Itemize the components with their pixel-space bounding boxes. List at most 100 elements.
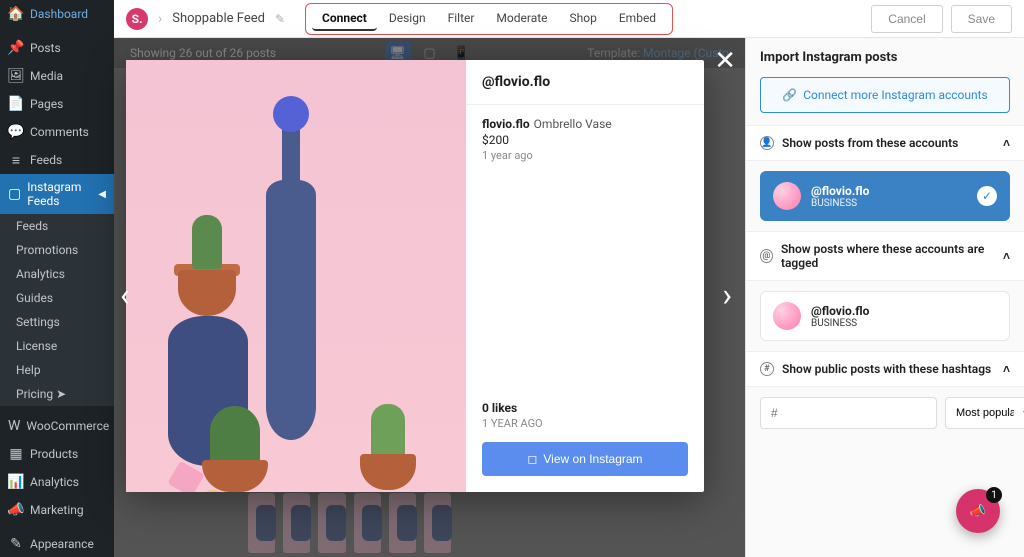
- prev-post-button[interactable]: ‹: [120, 276, 130, 314]
- link-icon: 🔗: [782, 88, 797, 102]
- wp-admin-sidebar: 🏠 Dashboard 📌 Posts 🖼 Media 📄 Pages 💬Comment…: [0, 0, 114, 557]
- sidebar-label: Products: [30, 447, 78, 461]
- section-tagged-accounts[interactable]: @Show posts where these accounts are tag…: [746, 231, 1024, 281]
- sidebar-sub-guides[interactable]: Guides: [0, 286, 114, 310]
- account-type: BUSINESS: [811, 318, 869, 329]
- sidebar-item-marketing[interactable]: 📣 Marketing: [0, 496, 114, 524]
- sidebar-item-appearance[interactable]: ✎Appearance: [0, 530, 114, 557]
- sidebar-label: Appearance: [30, 537, 94, 551]
- section-show-accounts[interactable]: 👤Show posts from these accounts˄: [746, 125, 1024, 161]
- sidebar-sub-feeds[interactable]: Feeds: [0, 214, 114, 238]
- sidebar-sub-pricing[interactable]: Pricing ➤: [0, 382, 114, 406]
- analytics-icon: 📊: [8, 474, 24, 490]
- sidebar-sub-help[interactable]: Help: [0, 358, 114, 382]
- sidebar-label: Instagram Feeds: [27, 180, 92, 208]
- avatar: [773, 302, 801, 330]
- sidebar-sub-analytics[interactable]: Analytics: [0, 262, 114, 286]
- post-likes: 0 likes: [482, 401, 688, 415]
- brand-logo[interactable]: S.: [126, 8, 148, 30]
- feed-name: Shoppable Feed: [172, 11, 265, 26]
- chevron-right-icon: ›: [158, 11, 162, 27]
- view-on-instagram-button[interactable]: ◻View on Instagram: [482, 442, 688, 476]
- hashtag-input[interactable]: [760, 397, 937, 429]
- chevron-left-icon: ◀: [98, 189, 106, 200]
- tab-filter[interactable]: Filter: [438, 7, 485, 31]
- sidebar-sub-license[interactable]: License: [0, 334, 114, 358]
- import-panel: Import Instagram posts 🔗Connect more Ins…: [745, 38, 1024, 557]
- post-handle: @flovio.flo: [466, 60, 704, 105]
- tab-shop[interactable]: Shop: [560, 7, 607, 31]
- woo-icon: W: [8, 418, 20, 434]
- account-handle: @flovio.flo: [811, 184, 869, 198]
- account-type: BUSINESS: [811, 198, 869, 209]
- sidebar-label: Analytics: [30, 475, 79, 489]
- sidebar-label: Marketing: [30, 503, 84, 517]
- sidebar-label: Feeds: [30, 153, 62, 167]
- chevron-up-icon: ˄: [1003, 362, 1010, 376]
- sidebar-item-pages[interactable]: 📄 Pages: [0, 90, 114, 118]
- post-username: flovio.flo: [482, 117, 530, 131]
- chevron-up-icon: ˄: [1003, 249, 1010, 263]
- post-age-caps: 1 YEAR AGO: [482, 417, 688, 430]
- tab-moderate[interactable]: Moderate: [486, 7, 557, 31]
- feed-tabs: Connect Design Filter Moderate Shop Embe…: [305, 3, 673, 35]
- tab-design[interactable]: Design: [379, 7, 436, 31]
- sidebar-item-products[interactable]: ▦ Products: [0, 440, 114, 468]
- sidebar-label: WooCommerce: [26, 419, 109, 433]
- check-icon: ✓: [977, 186, 997, 206]
- edit-name-icon[interactable]: ✎: [275, 12, 285, 26]
- connect-accounts-button[interactable]: 🔗Connect more Instagram accounts: [760, 77, 1010, 113]
- post-caption: Ombrello Vase: [534, 117, 612, 131]
- post-image: [126, 60, 466, 492]
- account-card-selected[interactable]: @flovio.floBUSINESS ✓: [760, 171, 1010, 221]
- cancel-button[interactable]: Cancel: [871, 5, 942, 33]
- sidebar-item-instagram-feeds[interactable]: ▢ Instagram Feeds ◀: [0, 174, 114, 214]
- sidebar-item-media[interactable]: 🖼 Media: [0, 62, 114, 90]
- feed-editor-topbar: S. › Shoppable Feed ✎ Connect Design Fil…: [114, 0, 1024, 38]
- products-icon: ▦: [8, 446, 24, 462]
- account-card[interactable]: @flovio.floBUSINESS: [760, 291, 1010, 341]
- hashtag-sort-select[interactable]: Most popular: [945, 397, 1024, 429]
- chevron-up-icon: ˄: [1003, 136, 1010, 150]
- sidebar-item-feeds[interactable]: ≡ Feeds: [0, 146, 114, 174]
- sidebar-item-comments[interactable]: 💬Comments: [0, 118, 114, 146]
- next-post-button[interactable]: ›: [722, 276, 732, 314]
- comment-icon: 💬: [8, 124, 24, 140]
- sidebar-sub-promotions[interactable]: Promotions: [0, 238, 114, 262]
- arrow-right-icon: ➤: [56, 387, 66, 401]
- tag-circle-icon: @: [760, 249, 773, 263]
- page-icon: 📄: [8, 96, 24, 112]
- sidebar-item-analytics[interactable]: 📊 Analytics: [0, 468, 114, 496]
- user-circle-icon: 👤: [760, 136, 774, 150]
- sidebar-label: Media: [30, 69, 63, 83]
- post-preview-modal: @flovio.flo flovio.flo Ombrello Vase $200…: [126, 60, 704, 492]
- close-modal-button[interactable]: ✕: [714, 46, 736, 76]
- post-price: $200: [482, 133, 688, 147]
- hash-circle-icon: #: [760, 362, 774, 376]
- sidebar-item-dashboard[interactable]: 🏠 Dashboard: [0, 0, 114, 28]
- sidebar-item-woocommerce[interactable]: W WooCommerce: [0, 412, 114, 440]
- megaphone-icon: 📣: [970, 504, 986, 519]
- media-icon: 🖼: [8, 68, 24, 84]
- section-hashtags[interactable]: #Show public posts with these hashtags˄: [746, 351, 1024, 387]
- instagram-icon: ◻: [527, 452, 537, 466]
- save-button[interactable]: Save: [951, 5, 1012, 33]
- pin-icon: 📌: [8, 40, 24, 56]
- marketing-icon: 📣: [8, 502, 24, 518]
- notification-badge: 1: [986, 487, 1002, 503]
- post-info: @flovio.flo flovio.flo Ombrello Vase $200…: [466, 60, 704, 492]
- instagram-icon: ▢: [8, 186, 21, 202]
- sidebar-item-posts[interactable]: 📌 Posts: [0, 34, 114, 62]
- post-age: 1 year ago: [482, 149, 688, 162]
- account-handle: @flovio.flo: [811, 304, 869, 318]
- sidebar-label: Posts: [30, 41, 61, 55]
- tab-connect[interactable]: Connect: [312, 7, 377, 31]
- import-title: Import Instagram posts: [746, 38, 1024, 77]
- tab-embed[interactable]: Embed: [609, 7, 666, 31]
- help-fab[interactable]: 📣 1: [956, 489, 1000, 533]
- sidebar-label: Dashboard: [30, 7, 88, 21]
- feeds-icon: ≡: [8, 152, 24, 168]
- sidebar-label: Pages: [30, 97, 63, 111]
- sidebar-sub-settings[interactable]: Settings: [0, 310, 114, 334]
- dashboard-icon: 🏠: [8, 6, 24, 22]
